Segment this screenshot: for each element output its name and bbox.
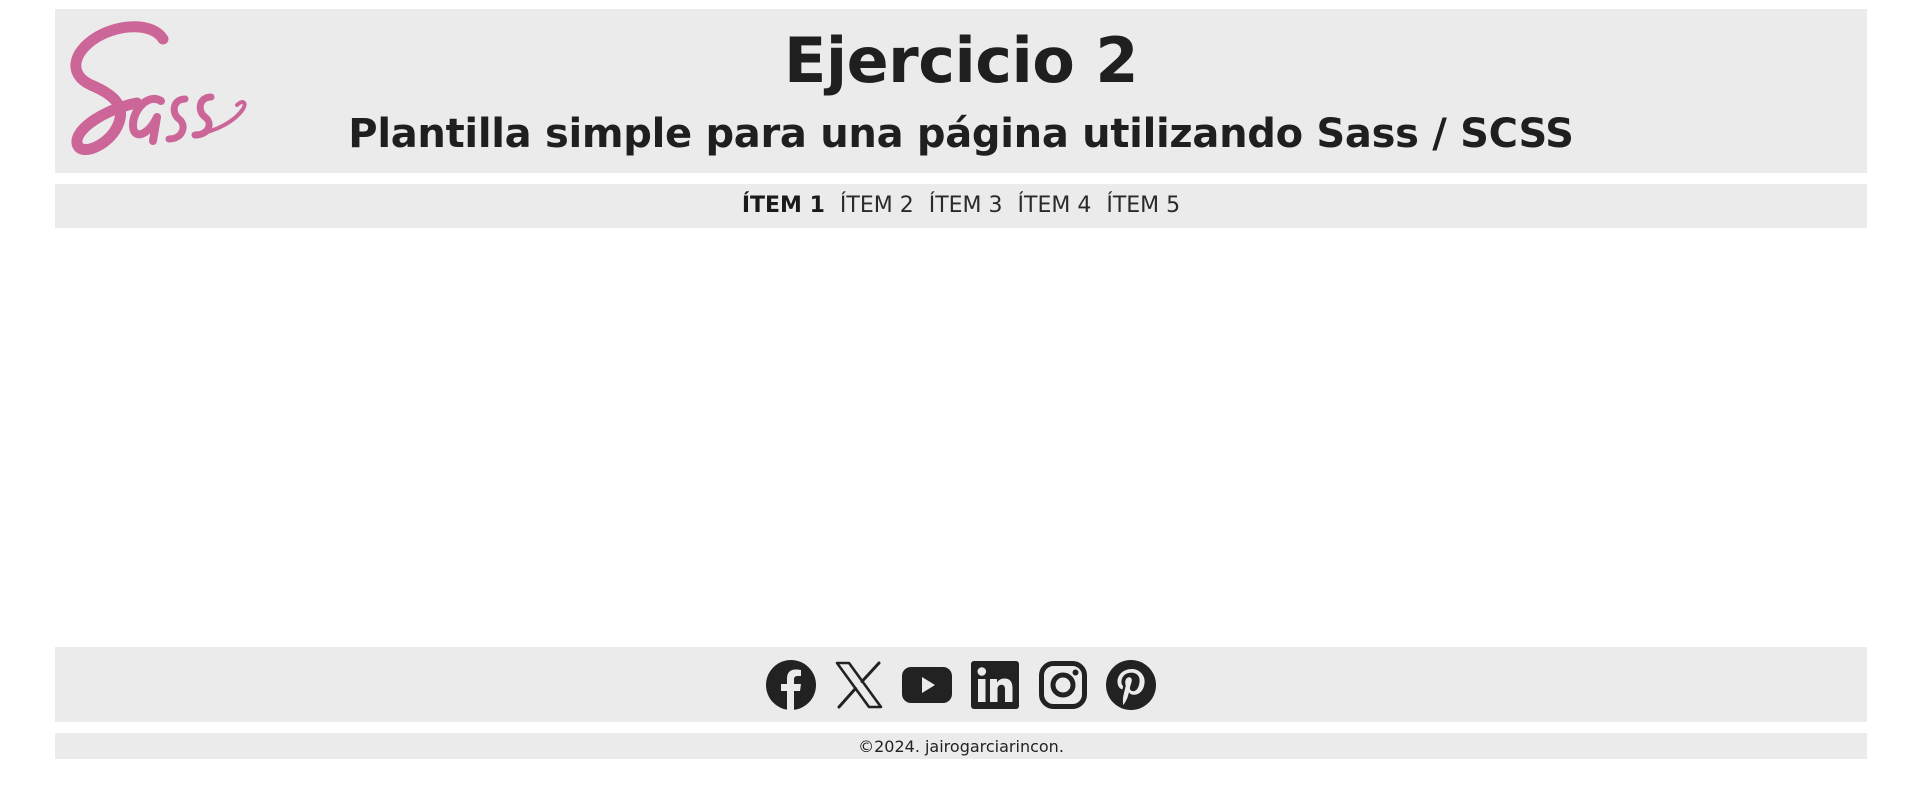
- pinterest-icon[interactable]: [1106, 659, 1156, 710]
- page-title: Ejercicio 2: [783, 24, 1139, 97]
- page-subtitle: Plantilla simple para una página utiliza…: [348, 111, 1574, 157]
- social-links-bar: [55, 647, 1867, 722]
- copyright-text: ©2024. jairogarciarincon.: [858, 736, 1064, 756]
- nav-item-3[interactable]: ÍTEM 3: [929, 195, 1003, 217]
- nav-item-5[interactable]: ÍTEM 5: [1106, 195, 1180, 217]
- nav-item-4[interactable]: ÍTEM 4: [1018, 195, 1092, 217]
- youtube-icon[interactable]: [902, 660, 952, 710]
- nav-item-2[interactable]: ÍTEM 2: [840, 195, 914, 217]
- linkedin-icon[interactable]: [970, 660, 1020, 710]
- nav-item-1[interactable]: ÍTEM 1: [742, 195, 825, 217]
- instagram-icon[interactable]: [1038, 660, 1088, 710]
- facebook-icon[interactable]: [766, 659, 816, 710]
- site-header: Ejercicio 2 Plantilla simple para una pá…: [55, 9, 1867, 173]
- site-footer: ©2024. jairogarciarincon.: [55, 733, 1867, 759]
- page: Ejercicio 2 Plantilla simple para una pá…: [0, 0, 1920, 796]
- main-nav: ÍTEM 1 ÍTEM 2 ÍTEM 3 ÍTEM 4 ÍTEM 5: [55, 184, 1867, 228]
- x-twitter-icon[interactable]: [834, 660, 884, 710]
